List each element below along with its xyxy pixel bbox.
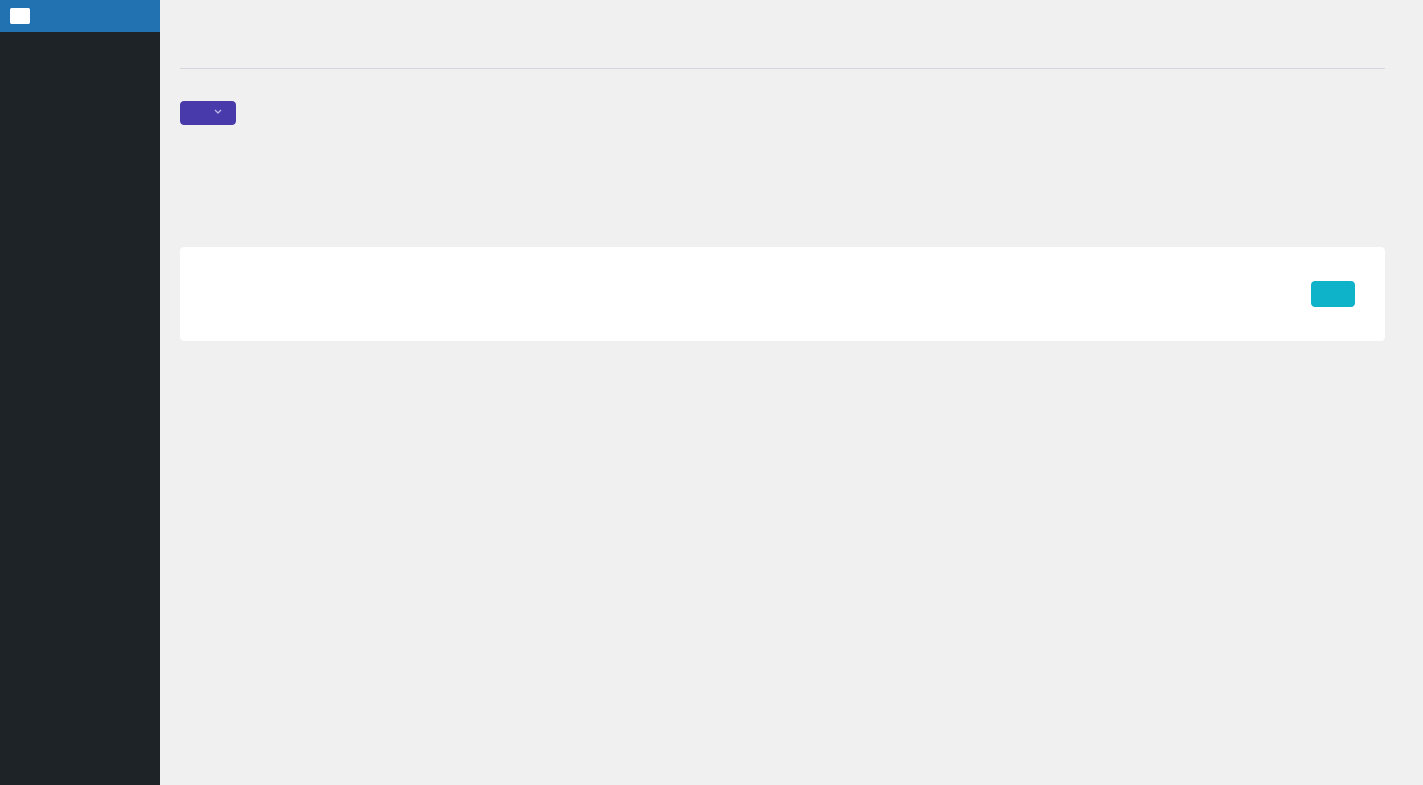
date-range-dropdown[interactable] <box>180 101 236 125</box>
sidebar-item-woocommerce[interactable] <box>0 0 160 32</box>
admin-sidebar <box>0 0 160 785</box>
main-content <box>160 0 1423 785</box>
woo-icon <box>10 8 30 24</box>
chevron-down-icon <box>212 105 224 122</box>
recent-activity-panel <box>180 247 1385 341</box>
view-all-activities-button[interactable] <box>1311 281 1355 307</box>
date-range-row <box>180 101 1385 125</box>
tabs <box>180 68 1385 69</box>
